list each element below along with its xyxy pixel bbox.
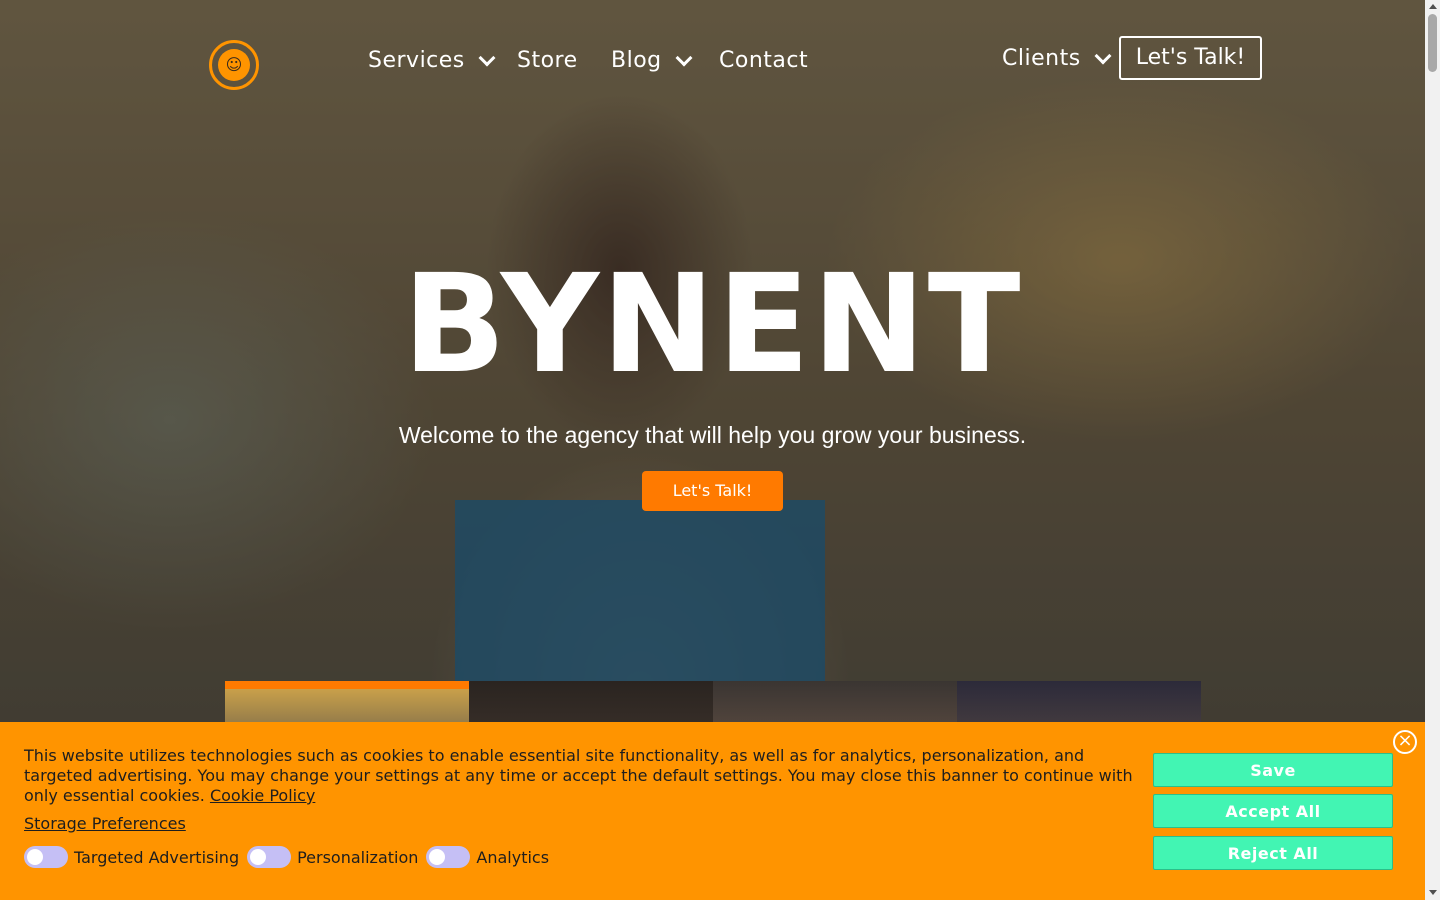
storage-preferences-link[interactable]: Storage Preferences <box>24 814 186 833</box>
scroll-up-arrow-icon[interactable] <box>1429 4 1437 9</box>
nav-blog-label: Blog <box>611 48 662 73</box>
cookie-banner-text: This website utilizes technologies such … <box>24 746 1139 806</box>
logo[interactable]: ☺ <box>209 40 259 90</box>
chevron-down-icon <box>478 49 496 66</box>
cookie-message: This website utilizes technologies such … <box>24 746 1133 805</box>
toggle-targeted-advertising[interactable]: Targeted Advertising <box>24 846 239 868</box>
nav-clients-label: Clients <box>1002 46 1081 71</box>
hero-brand-title: BYNENT <box>402 246 1023 404</box>
toggle-personalization[interactable]: Personalization <box>247 846 418 868</box>
toggle-switch[interactable] <box>24 846 68 868</box>
reject-all-button[interactable]: Reject All <box>1153 836 1393 870</box>
chevron-down-icon <box>675 49 693 66</box>
hero-lets-talk-button[interactable]: Let's Talk! <box>642 471 783 511</box>
toggle-label: Personalization <box>297 847 419 867</box>
cookie-policy-link[interactable]: Cookie Policy <box>210 786 315 805</box>
hero-image-apron <box>455 500 825 710</box>
save-button[interactable]: Save <box>1153 753 1393 787</box>
nav-store[interactable]: Store <box>517 48 578 73</box>
toggle-switch[interactable] <box>426 846 471 868</box>
scroll-down-arrow-icon[interactable] <box>1429 890 1437 895</box>
toggle-switch[interactable] <box>247 846 292 868</box>
toggle-label: Analytics <box>476 847 550 867</box>
toggle-analytics[interactable]: Analytics <box>426 846 549 868</box>
cookie-banner: This website utilizes technologies such … <box>0 722 1425 900</box>
header-lets-talk-button[interactable]: Let's Talk! <box>1119 36 1262 80</box>
nav-clients[interactable]: Clients <box>1002 46 1112 71</box>
people-icon: ☺ <box>218 49 250 81</box>
nav-contact[interactable]: Contact <box>719 48 808 73</box>
scroll-thumb[interactable] <box>1428 14 1437 72</box>
hero-tagline: Welcome to the agency that will help you… <box>398 422 1027 448</box>
toggle-label: Targeted Advertising <box>74 847 240 867</box>
close-icon[interactable]: × <box>1393 730 1417 754</box>
chevron-down-icon <box>1094 47 1112 64</box>
nav-services[interactable]: Services <box>368 48 496 73</box>
nav-services-label: Services <box>368 48 465 73</box>
nav-store-label: Store <box>517 48 578 73</box>
nav-blog[interactable]: Blog <box>611 48 693 73</box>
accept-all-button[interactable]: Accept All <box>1153 794 1393 828</box>
cookie-toggles: Targeted Advertising Personalization Ana… <box>24 846 557 868</box>
scrollbar[interactable] <box>1425 0 1440 900</box>
nav-contact-label: Contact <box>719 48 809 73</box>
